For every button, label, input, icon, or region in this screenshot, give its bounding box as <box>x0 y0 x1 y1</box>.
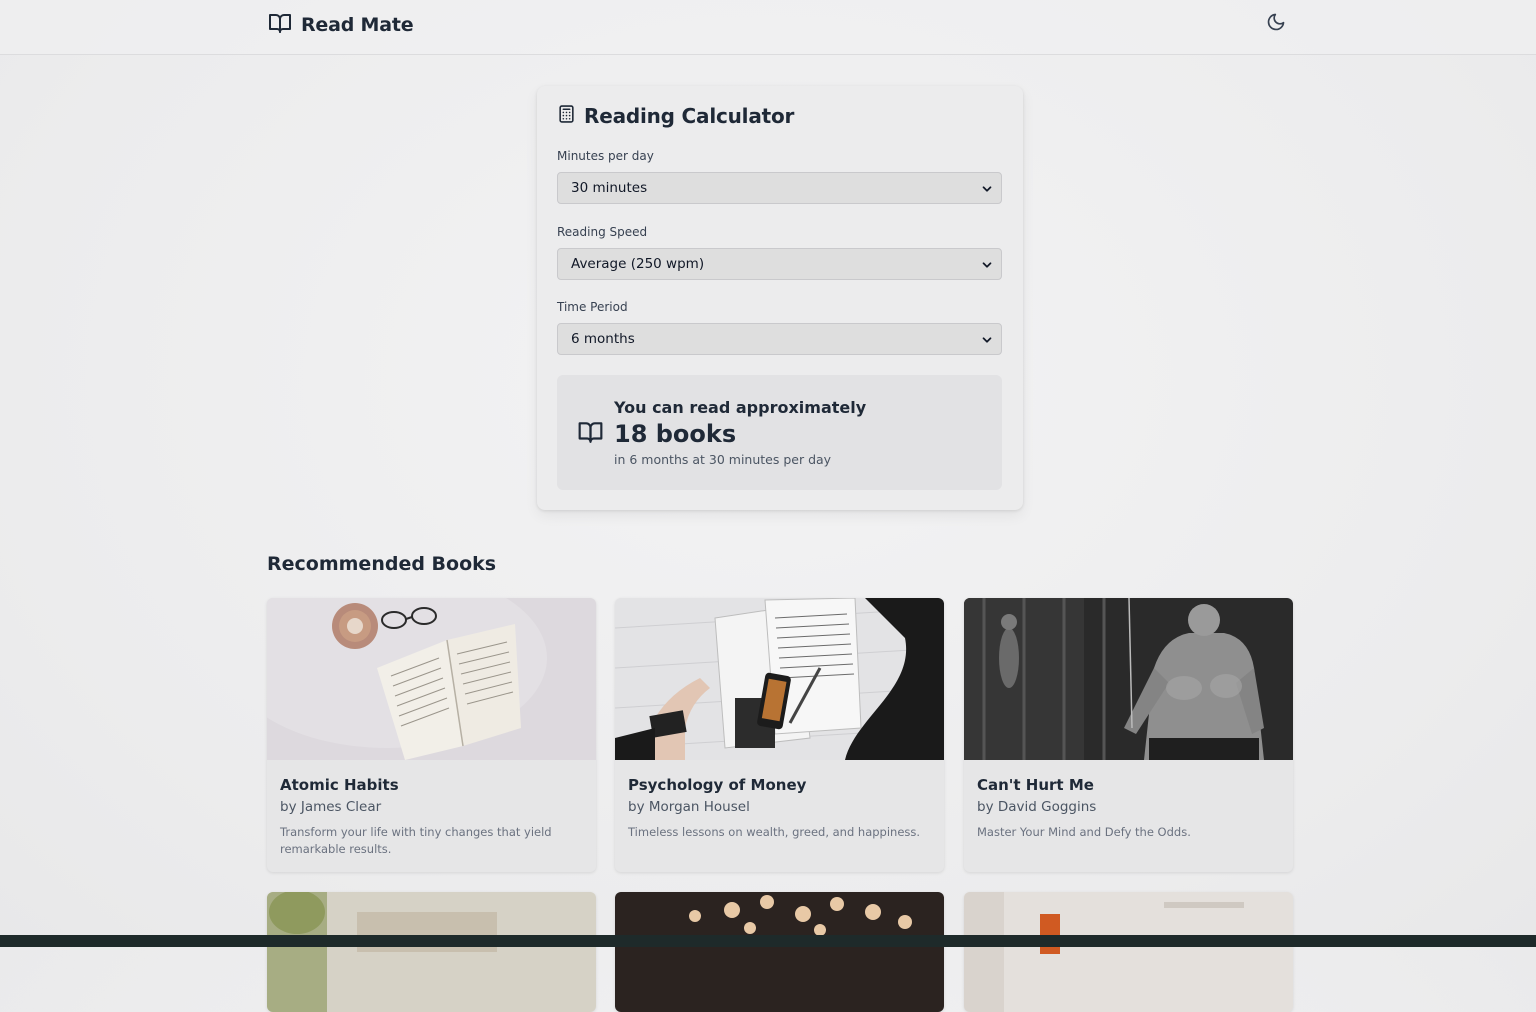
book-cover-image <box>267 598 596 760</box>
book-description: Timeless lessons on wealth, greed, and h… <box>628 825 921 839</box>
reading-calculator-card: Reading Calculator Minutes per day 30 mi… <box>537 86 1023 510</box>
book-title: Atomic Habits <box>280 776 399 794</box>
bottom-strip <box>0 935 1536 947</box>
reading-speed-select[interactable]: Average (250 wpm) <box>557 248 1002 280</box>
top-navbar: Read Mate <box>0 0 1536 55</box>
book-card-psychology-of-money[interactable]: Psychology of Money by Morgan Housel Tim… <box>615 598 944 872</box>
minutes-label: Minutes per day <box>557 149 654 163</box>
recommended-heading: Recommended Books <box>267 553 497 575</box>
calculator-title: Reading Calculator <box>584 104 795 128</box>
period-select-value: 6 months <box>571 331 635 347</box>
chevron-down-icon <box>980 258 994 276</box>
book-card-atomic-habits[interactable]: Atomic Habits by James Clear Transform y… <box>267 598 596 872</box>
book-card[interactable] <box>964 892 1293 1012</box>
book-author: by James Clear <box>280 799 382 815</box>
book-description: Master Your Mind and Defy the Odds. <box>977 825 1191 839</box>
book-card[interactable] <box>267 892 596 1012</box>
chevron-down-icon <box>980 182 994 200</box>
minutes-select-value: 30 minutes <box>571 180 648 196</box>
result-panel: You can read approximately 18 books in 6… <box>557 375 1002 490</box>
book-cover-image <box>615 892 944 1012</box>
book-cover-image <box>615 598 944 760</box>
brand-name: Read Mate <box>301 14 414 36</box>
book-card[interactable] <box>615 892 944 1012</box>
moon-icon <box>1266 12 1286 36</box>
speed-label: Reading Speed <box>557 225 648 239</box>
period-label: Time Period <box>557 300 628 314</box>
calculator-icon <box>557 104 576 128</box>
brand-logo-link[interactable]: Read Mate <box>267 11 414 39</box>
book-title: Psychology of Money <box>628 776 807 794</box>
book-description: Transform your life with tiny changes th… <box>280 825 552 856</box>
book-author: by David Goggins <box>977 799 1097 815</box>
book-cover-image <box>267 892 596 1012</box>
book-title: Can't Hurt Me <box>977 776 1094 794</box>
book-author: by Morgan Housel <box>628 799 750 815</box>
book-card-cant-hurt-me[interactable]: Can't Hurt Me by David Goggins Master Yo… <box>964 598 1293 872</box>
chevron-down-icon <box>980 333 994 351</box>
book-open-icon <box>577 419 604 449</box>
speed-select-value: Average (250 wpm) <box>571 256 705 272</box>
time-period-select[interactable]: 6 months <box>557 323 1002 355</box>
result-book-count: 18 books <box>614 420 737 448</box>
theme-toggle-button[interactable] <box>1263 11 1289 37</box>
minutes-select[interactable]: 30 minutes <box>557 172 1002 204</box>
result-detail: in 6 months at 30 minutes per day <box>614 452 832 467</box>
book-cover-image <box>964 598 1293 760</box>
result-intro: You can read approximately <box>614 398 867 417</box>
calculator-heading: Reading Calculator <box>557 104 794 128</box>
book-open-icon <box>267 11 293 39</box>
book-cover-image <box>964 892 1293 1012</box>
